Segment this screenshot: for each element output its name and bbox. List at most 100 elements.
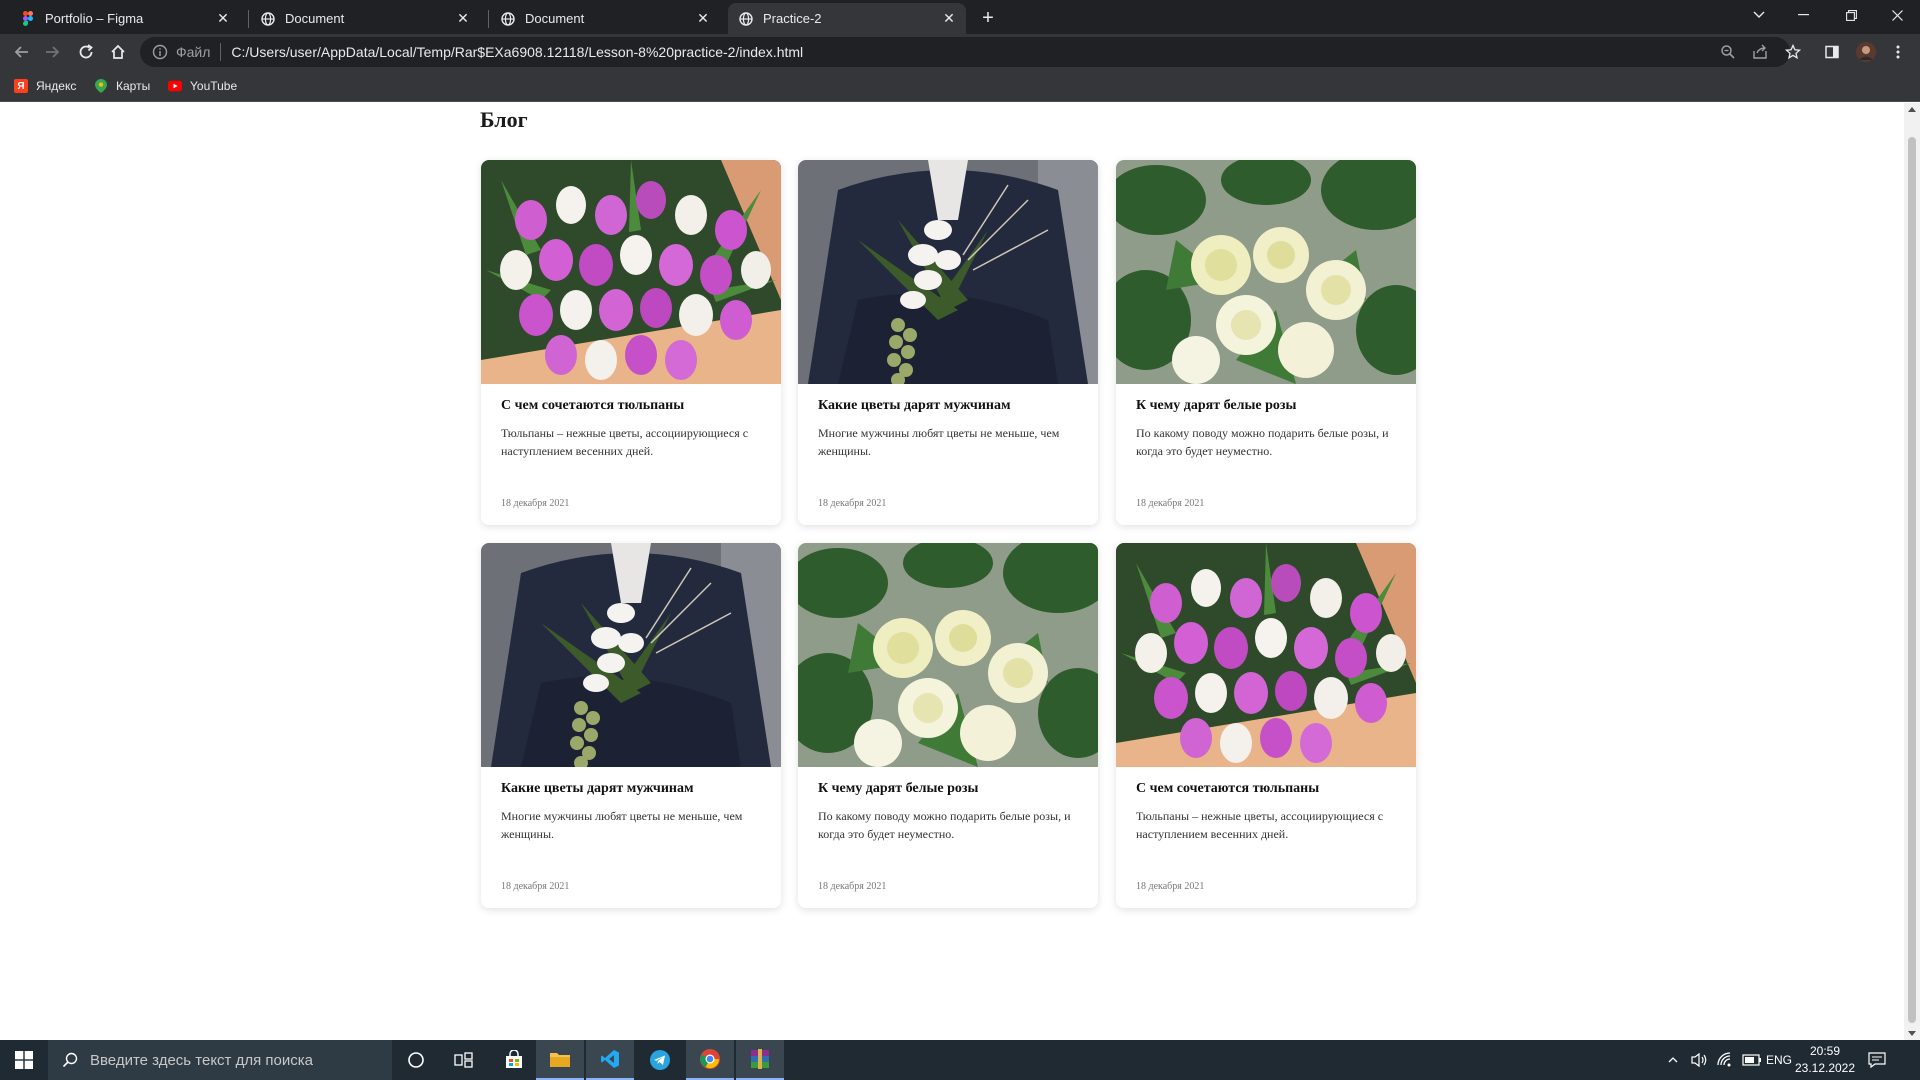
store-icon <box>506 1050 522 1068</box>
taskbar-chrome[interactable] <box>686 1040 734 1080</box>
start-button[interactable] <box>0 1040 48 1080</box>
bookmark-maps[interactable]: Карты <box>94 76 150 96</box>
telegram-icon <box>650 1050 670 1070</box>
kebab-menu-icon[interactable] <box>1886 40 1910 64</box>
bookmark-label: YouTube <box>190 79 238 93</box>
card-title[interactable]: К чему дарят белые розы <box>1136 398 1396 414</box>
tab-divider <box>248 10 249 28</box>
bookmark-label: Яндекс <box>36 79 77 93</box>
blog-card[interactable]: Какие цветы дарят мужчинам Многие мужчин… <box>481 543 781 908</box>
globe-icon <box>738 11 753 26</box>
home-button[interactable] <box>104 38 132 66</box>
search-icon <box>62 1052 78 1068</box>
windows-taskbar: Введите здесь текст для поиска ENG 20:59… <box>0 1040 1920 1080</box>
scroll-down-icon[interactable] <box>1908 1031 1916 1036</box>
tab-search-chevron-icon[interactable] <box>1736 0 1782 30</box>
url-text[interactable]: C:/Users/user/AppData/Local/Temp/Rar$EXa… <box>231 44 803 60</box>
vscode-icon <box>601 1050 619 1068</box>
tab-title: Document <box>285 11 345 26</box>
card-excerpt: Многие мужчины любят цветы не меньше, че… <box>818 426 1060 458</box>
restore-icon[interactable] <box>1828 0 1874 30</box>
bookmark-yandex[interactable]: Я Яндекс <box>14 76 76 96</box>
taskbar-telegram[interactable] <box>636 1040 684 1080</box>
tab-document-1[interactable]: Document ✕ <box>250 3 480 34</box>
card-date: 18 декабря 2021 <box>501 881 570 892</box>
white-roses-photo <box>1116 160 1416 384</box>
home-icon <box>111 44 125 59</box>
taskbar-search[interactable]: Введите здесь текст для поиска <box>48 1040 392 1080</box>
language-indicator[interactable]: ENG <box>1766 1040 1792 1080</box>
taskbar-file-explorer[interactable] <box>536 1040 584 1080</box>
tab-portfolio-figma[interactable]: Portfolio – Figma ✕ <box>10 3 240 34</box>
search-placeholder: Введите здесь текст для поиска <box>90 1051 313 1069</box>
task-view-icon <box>454 1052 473 1068</box>
new-tab-button[interactable]: + <box>976 6 1000 30</box>
card-title[interactable]: К чему дарят белые розы <box>818 781 1078 797</box>
blog-card[interactable]: К чему дарят белые розы По какому поводу… <box>1116 160 1416 525</box>
taskbar-vscode[interactable] <box>586 1040 634 1080</box>
bookmark-star-icon[interactable] <box>1781 40 1805 64</box>
card-title[interactable]: С чем сочетаются тюльпаны <box>1136 781 1396 797</box>
address-divider <box>220 43 222 61</box>
forward-arrow-icon <box>46 46 60 58</box>
blog-card[interactable]: Какие цветы дарят мужчинам Многие мужчин… <box>798 160 1098 525</box>
tray-overflow-icon[interactable] <box>1668 1040 1678 1080</box>
close-window-icon[interactable] <box>1874 0 1920 30</box>
browser-tab-strip: Portfolio – Figma ✕ Document ✕ Document … <box>0 0 1920 34</box>
close-icon[interactable]: ✕ <box>940 10 958 28</box>
maps-icon <box>94 79 108 93</box>
card-title[interactable]: С чем сочетаются тюльпаны <box>501 398 761 414</box>
tab-title: Document <box>525 11 585 26</box>
taskbar-store[interactable] <box>490 1040 538 1080</box>
card-date: 18 декабря 2021 <box>501 498 570 509</box>
scrollbar-thumb[interactable] <box>1908 137 1916 1023</box>
clock-date: 23.12.2022 <box>1794 1061 1856 1075</box>
close-icon[interactable]: ✕ <box>454 10 472 28</box>
blog-card[interactable]: С чем сочетаются тюльпаны Тюльпаны – неж… <box>481 160 781 525</box>
tab-title: Portfolio – Figma <box>45 11 144 26</box>
cortana-button[interactable] <box>392 1040 440 1080</box>
taskbar-winrar[interactable] <box>736 1040 784 1080</box>
address-bar[interactable]: Файл C:/Users/user/AppData/Local/Temp/Ra… <box>140 37 1790 67</box>
forward-button[interactable] <box>38 38 66 66</box>
blog-card[interactable]: С чем сочетаются тюльпаны Тюльпаны – неж… <box>1116 543 1416 908</box>
battery-icon[interactable] <box>1742 1040 1762 1080</box>
profile-avatar[interactable] <box>1854 40 1878 64</box>
card-title[interactable]: Какие цветы дарят мужчинам <box>818 398 1078 414</box>
scroll-up-icon[interactable] <box>1908 107 1916 112</box>
bookmark-youtube[interactable]: YouTube <box>168 76 237 96</box>
windows-logo-icon <box>15 1051 33 1069</box>
tab-title: Practice-2 <box>763 11 822 26</box>
globe-icon <box>500 11 515 26</box>
clock-time: 20:59 <box>1809 1044 1841 1058</box>
back-button[interactable] <box>8 38 36 66</box>
tab-document-2[interactable]: Document ✕ <box>490 3 720 34</box>
zoom-icon[interactable] <box>1716 40 1740 64</box>
reload-button[interactable] <box>72 38 100 66</box>
card-date: 18 декабря 2021 <box>1136 881 1205 892</box>
clock[interactable]: 20:59 23.12.2022 <box>1790 1043 1860 1077</box>
blog-card[interactable]: К чему дарят белые розы По какому поводу… <box>798 543 1098 908</box>
close-icon[interactable]: ✕ <box>694 10 712 28</box>
card-title[interactable]: Какие цветы дарят мужчинам <box>501 781 761 797</box>
side-panel-icon[interactable] <box>1820 40 1844 64</box>
volume-icon[interactable] <box>1690 1040 1708 1080</box>
card-excerpt: Тюльпаны – нежные цветы, ассоциирующиеся… <box>1136 809 1384 841</box>
bookmark-label: Карты <box>116 79 151 93</box>
notifications-icon[interactable] <box>1868 1040 1886 1080</box>
minimize-icon[interactable] <box>1780 0 1826 30</box>
close-icon[interactable]: ✕ <box>214 10 232 28</box>
tab-practice-2[interactable]: Practice-2 ✕ <box>728 3 966 34</box>
share-icon[interactable] <box>1748 40 1772 64</box>
info-icon[interactable] <box>152 44 168 60</box>
network-icon[interactable] <box>1716 1040 1734 1080</box>
task-view-button[interactable] <box>440 1040 488 1080</box>
man-bouquet-photo <box>481 543 781 767</box>
tulips-photo <box>1116 543 1416 767</box>
yandex-icon: Я <box>14 79 28 93</box>
card-excerpt: По какому поводу можно подарить белые ро… <box>1136 426 1389 458</box>
chrome-icon <box>700 1049 720 1069</box>
page-scrollbar[interactable] <box>1904 103 1920 1040</box>
man-bouquet-photo <box>798 160 1098 384</box>
browser-toolbar: Файл C:/Users/user/AppData/Local/Temp/Ra… <box>0 34 1920 70</box>
